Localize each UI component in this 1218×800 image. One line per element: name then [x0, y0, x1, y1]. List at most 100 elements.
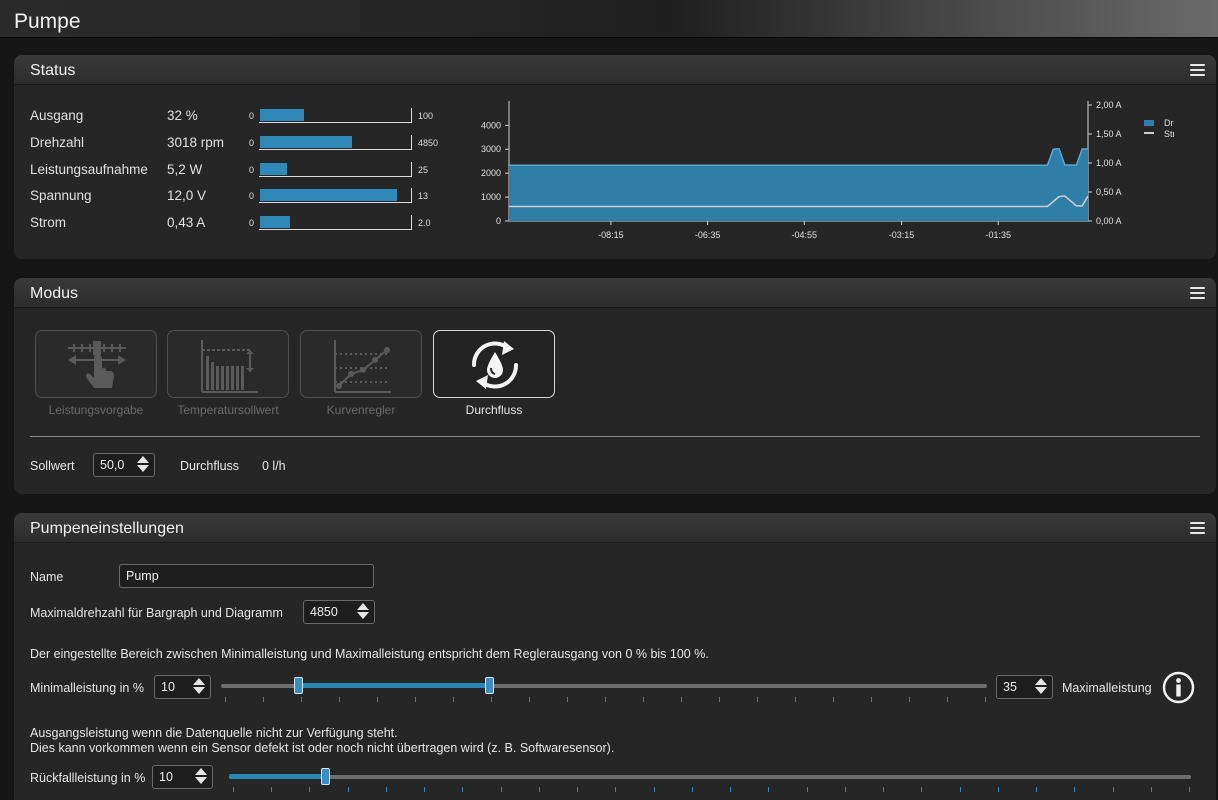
- slider-tick: [692, 787, 693, 792]
- name-input[interactable]: Pump: [119, 564, 374, 588]
- sollwert-down-icon[interactable]: [137, 465, 149, 472]
- status-panel: Status Ausgang 32 % 0 100 Drehzahl 3018 rpm 0 4…: [14, 55, 1216, 259]
- slider-tick: [807, 787, 808, 792]
- chart-y-right-tick-label: 0,00 A: [1096, 216, 1122, 226]
- temperature-setpoint-icon: [201, 340, 258, 393]
- chart-x-tick-label: -06:35: [695, 230, 721, 240]
- fallback-power-ticks: [233, 787, 1190, 793]
- mode-kurvenregler-button[interactable]: [300, 330, 422, 398]
- modus-menu-icon[interactable]: [1190, 287, 1205, 299]
- max-power-spinbox[interactable]: 35: [996, 675, 1053, 699]
- mode-durchfluss-label: Durchfluss: [465, 403, 523, 417]
- chart-x-tick-label: -08:15: [598, 230, 624, 240]
- slider-tick: [567, 697, 568, 702]
- fallback-power-fill: [229, 774, 325, 779]
- status-bar: [259, 162, 412, 177]
- name-label: Name: [30, 570, 64, 584]
- sollwert-up-icon[interactable]: [137, 456, 149, 463]
- status-row-label: Leistungsaufnahme: [30, 162, 148, 177]
- status-row-value: 5,2 W: [167, 162, 203, 177]
- max-power-value: 35: [1003, 680, 1017, 694]
- mode-durchfluss-button[interactable]: [433, 330, 555, 398]
- slider-tick: [871, 697, 872, 702]
- slider-tick: [424, 787, 425, 792]
- chart-series-drehzahl-line: [509, 147, 1089, 167]
- chart-y-right-tick-label: 2,00 A: [1096, 100, 1122, 110]
- status-bar-max: 100: [418, 111, 434, 121]
- min-power-up-icon[interactable]: [193, 678, 205, 685]
- pumpe-menu-icon[interactable]: [1190, 522, 1205, 534]
- slider-tick: [605, 697, 606, 702]
- chart-y-right-tick-label: 0,50 A: [1096, 187, 1122, 197]
- slider-tick: [845, 787, 846, 792]
- slider-tick: [921, 787, 922, 792]
- max-power-up-icon[interactable]: [1035, 678, 1047, 685]
- sollwert-label: Sollwert: [30, 459, 75, 473]
- sollwert-spinbox[interactable]: 50,0: [93, 453, 155, 477]
- name-input-value: Pump: [126, 569, 159, 583]
- chart-x-tick-label: -01:35: [985, 230, 1011, 240]
- slider-tick: [768, 787, 769, 792]
- min-power-label: Minimalleistung in %: [30, 681, 144, 695]
- chart-y-left-tick-label: 0: [496, 216, 501, 226]
- maxrpm-value: 4850: [310, 605, 338, 619]
- durchfluss-label: Durchfluss: [180, 459, 240, 473]
- fallback-power-spinbox[interactable]: 10: [152, 765, 213, 789]
- chart-y-left-tick-label: 3000: [481, 144, 501, 154]
- mode-temperatursollwert-button[interactable]: [167, 330, 289, 398]
- slider-tick: [539, 787, 540, 792]
- power-range-slider[interactable]: [221, 676, 987, 696]
- status-menu-icon[interactable]: [1190, 64, 1205, 76]
- status-bar-max: 25: [418, 165, 429, 175]
- maxrpm-spinbox[interactable]: 4850: [303, 600, 375, 624]
- slider-tick: [462, 787, 463, 792]
- min-power-down-icon[interactable]: [193, 687, 205, 694]
- status-panel-header: Status: [14, 55, 1216, 85]
- mode-leistungsvorgabe-button[interactable]: [35, 330, 157, 398]
- fallback-up-icon[interactable]: [195, 768, 207, 775]
- status-bar-min: 0: [249, 218, 255, 228]
- fallback-power-track: [229, 775, 1191, 779]
- min-power-handle[interactable]: [294, 677, 303, 694]
- chart-y-left-tick-label: 1000: [481, 192, 501, 202]
- chart-legend-strom-label: Strom: [1164, 129, 1174, 139]
- slider-tick: [1074, 787, 1075, 792]
- chart-x-tick-label: -03:15: [889, 230, 915, 240]
- status-bar-min: 0: [249, 165, 255, 175]
- fallback-power-handle[interactable]: [321, 768, 330, 785]
- max-power-down-icon[interactable]: [1035, 687, 1047, 694]
- status-row-value: 12,0 V: [167, 188, 207, 203]
- status-row-label: Drehzahl: [30, 135, 85, 150]
- fallback-down-icon[interactable]: [195, 777, 207, 784]
- slider-tick: [681, 697, 682, 702]
- slider-tick: [998, 787, 999, 792]
- manual-slider-icon: [68, 341, 126, 388]
- power-range-ticks: [225, 697, 986, 703]
- fallback-power-value: 10: [159, 770, 173, 784]
- fallback-power-label: Rückfallleistung in %: [30, 771, 146, 785]
- status-bar: [259, 215, 412, 230]
- maxrpm-up-icon[interactable]: [357, 603, 369, 610]
- status-row-value: 3018 rpm: [167, 135, 225, 150]
- slider-tick: [833, 697, 834, 702]
- max-power-handle[interactable]: [485, 677, 494, 694]
- chart-y-left-tick-label: 4000: [481, 120, 501, 130]
- power-range-fill: [298, 683, 489, 688]
- slider-tick: [985, 697, 986, 702]
- pumpe-panel-header: Pumpeneinstellungen: [14, 513, 1216, 543]
- status-bar-fill: [260, 109, 304, 121]
- slider-tick: [271, 787, 272, 792]
- max-power-label: Maximalleistung: [1062, 681, 1152, 695]
- slider-tick: [795, 697, 796, 702]
- slider-tick: [225, 697, 226, 702]
- fallback-power-slider[interactable]: [229, 767, 1191, 787]
- slider-tick: [233, 787, 234, 792]
- info-icon[interactable]: [1162, 671, 1195, 704]
- min-power-spinbox[interactable]: 10: [154, 675, 211, 699]
- curve-controller-icon: [334, 340, 391, 393]
- maxrpm-down-icon[interactable]: [357, 612, 369, 619]
- range-info-text: Der eingestellte Bereich zwischen Minima…: [30, 647, 709, 661]
- status-bar: [259, 108, 412, 123]
- chart-series-drehzahl-area: [509, 148, 1088, 221]
- status-panel-title: Status: [30, 62, 76, 79]
